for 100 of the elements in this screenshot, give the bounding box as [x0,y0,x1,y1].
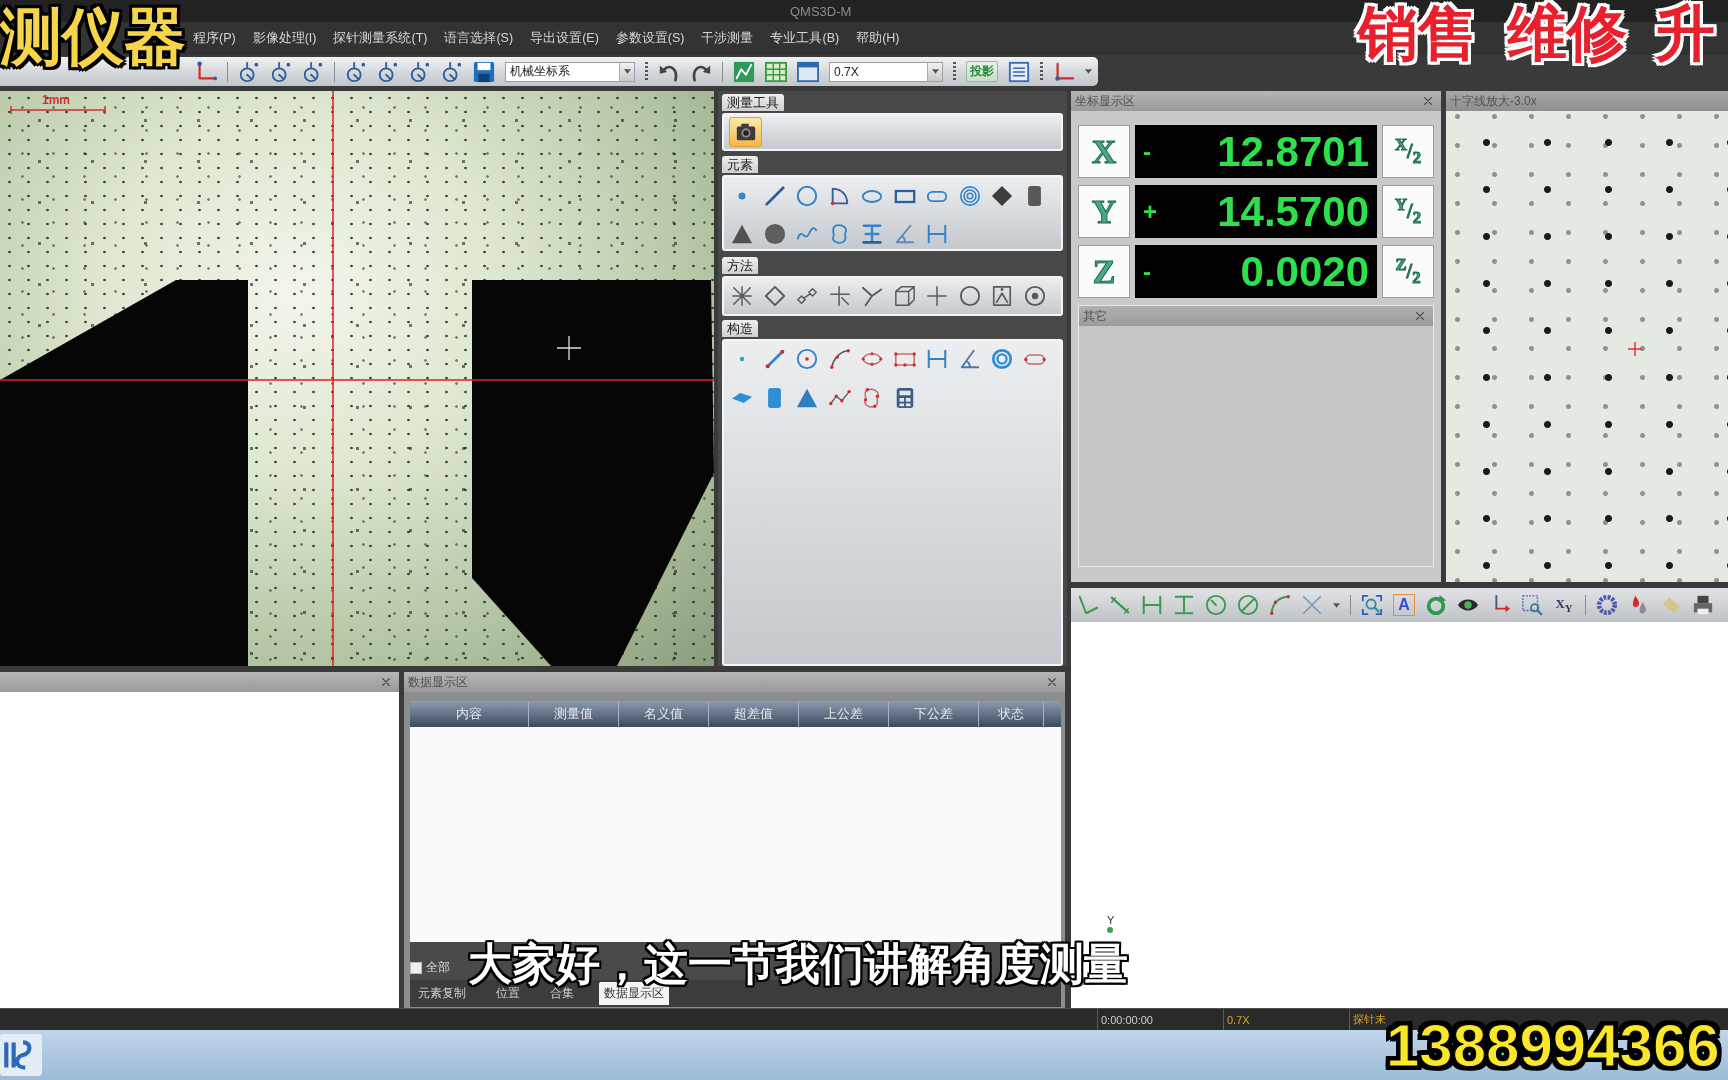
text-tool-button[interactable]: A [1393,594,1415,616]
zoom-window-icon[interactable] [1521,594,1543,616]
services-overlay-text: 销售 维修 升 [1358,4,1716,64]
close-icon[interactable] [1047,677,1057,687]
plane-icon[interactable] [731,392,753,404]
axes-icon[interactable] [1053,60,1075,83]
spreadsheet-icon[interactable] [765,60,787,83]
point-icon[interactable] [739,356,745,362]
sign-text: + [1143,197,1157,226]
axes-icon[interactable] [195,60,217,83]
coordinate-value: 0.0020 [1240,250,1369,293]
zoom-fit-icon[interactable] [1361,594,1383,616]
diamond-icon[interactable] [991,185,1013,207]
zoom-dropdown[interactable]: 0.7X [829,61,943,82]
stopwatch-icon[interactable] [377,60,399,83]
crosshair-marker-icon [1628,342,1642,356]
horizontal-width-icon[interactable] [1141,594,1163,616]
line-icon[interactable] [763,185,786,207]
crossing-lines-icon[interactable] [828,285,851,307]
save-icon[interactable] [473,60,495,83]
cube-icon[interactable] [893,285,916,307]
menu-item[interactable]: 专业工具(B) [770,30,840,47]
halve-button[interactable]: $^{Z}$/$_{2}$ [1382,245,1434,298]
concentric-circles-icon[interactable] [958,185,981,207]
menu-item[interactable]: 参数设置(S) [615,30,685,47]
show-all-checkbox[interactable]: 全部 [410,959,450,976]
line-with-points-icon[interactable] [763,348,786,370]
rectangle-icon[interactable] [893,188,916,204]
width-icon[interactable] [926,223,948,245]
sphere-icon[interactable] [763,223,786,245]
menu-item[interactable]: 探针测量系统(T) [333,30,428,47]
diamond-outline-icon[interactable] [763,285,786,307]
parallel-lines-icon[interactable] [861,223,883,245]
menu-item[interactable]: 语言选择(S) [444,30,514,47]
panel-title: 坐标显示区 [1075,92,1135,110]
slot-with-points-icon[interactable] [1023,352,1046,366]
section-title: 方法 [722,257,758,274]
ellipse-with-points-icon[interactable] [861,352,883,366]
chart-icon[interactable] [733,60,755,83]
rotate-icon[interactable] [1425,594,1447,616]
intersecting-lines-icon[interactable] [861,285,883,307]
menu-item[interactable]: 影像处理(I) [252,30,317,47]
circle-radius-icon[interactable] [1205,594,1227,616]
width-icon[interactable] [926,348,948,370]
camera-tool-button[interactable] [729,117,762,147]
starburst-icon[interactable] [731,285,753,307]
caret-icon[interactable] [1333,602,1340,608]
menu-item[interactable]: 帮助(H) [856,30,900,47]
projection-button[interactable]: 投影 [966,61,998,82]
stopwatch-icon[interactable] [345,60,367,83]
vertical-width-icon[interactable] [1173,594,1195,616]
stopwatch-icon[interactable] [302,60,324,83]
angle-icon[interactable] [893,223,916,245]
rectangle-with-points-icon[interactable] [893,351,916,367]
window-icon[interactable] [797,60,819,83]
cone-icon[interactable] [731,223,753,245]
target-icon[interactable] [1023,285,1046,307]
circle-icon[interactable] [796,185,818,207]
slot-icon[interactable] [926,189,948,203]
arc-icon[interactable] [828,185,851,207]
line-icon[interactable] [1109,594,1131,616]
printer-icon[interactable] [1692,594,1714,616]
app-logo-icon[interactable] [0,1034,42,1076]
arc-with-points-icon[interactable] [828,348,851,370]
stopwatch-icon[interactable] [441,60,463,83]
picture-frame-icon[interactable] [991,285,1013,307]
ring-icon[interactable] [991,348,1013,370]
stopwatch-icon[interactable] [270,60,292,83]
cone-icon[interactable] [796,387,818,409]
cylinder-icon[interactable] [1027,185,1042,207]
close-icon[interactable] [1415,311,1425,321]
menu-item[interactable]: 程序(P) [193,30,236,47]
menu-item[interactable]: 导出设置(E) [530,30,599,47]
plus-icon[interactable] [926,285,948,307]
axis-tool-button[interactable]: X$_{Y}$ [1553,594,1575,616]
close-icon[interactable] [1423,96,1433,106]
window-title: QMS3D-M [790,3,852,19]
ellipse-icon[interactable] [861,189,883,203]
circle-slash-icon[interactable] [1237,594,1259,616]
camera-icon [734,121,757,143]
angle-icon[interactable] [958,348,981,370]
caret-icon[interactable] [1085,69,1092,74]
coordinate-system-dropdown[interactable]: 机械坐标系 [505,61,635,82]
list-icon[interactable] [1008,60,1030,83]
sign-text: - [1143,257,1151,286]
menu-item[interactable]: 干涉测量 [701,30,754,47]
cylinder-icon[interactable] [767,387,782,409]
arc-with-points-icon[interactable] [1269,594,1291,616]
ring-icon[interactable] [1596,594,1618,616]
stopwatch-icon[interactable] [238,60,260,83]
circle-icon[interactable] [958,285,981,307]
coordinate-value: 14.5700 [1217,190,1369,233]
close-icon[interactable] [381,677,391,687]
halve-button[interactable]: $^{X}$/$_{2}$ [1382,125,1434,178]
halve-button[interactable]: $^{Y}$/$_{2}$ [1382,185,1434,238]
stopwatch-icon[interactable] [409,60,431,83]
angle-icon[interactable] [1077,594,1099,616]
linked-squares-icon[interactable] [796,285,818,307]
point-icon[interactable] [738,192,746,200]
circle-with-center-icon[interactable] [796,348,818,370]
